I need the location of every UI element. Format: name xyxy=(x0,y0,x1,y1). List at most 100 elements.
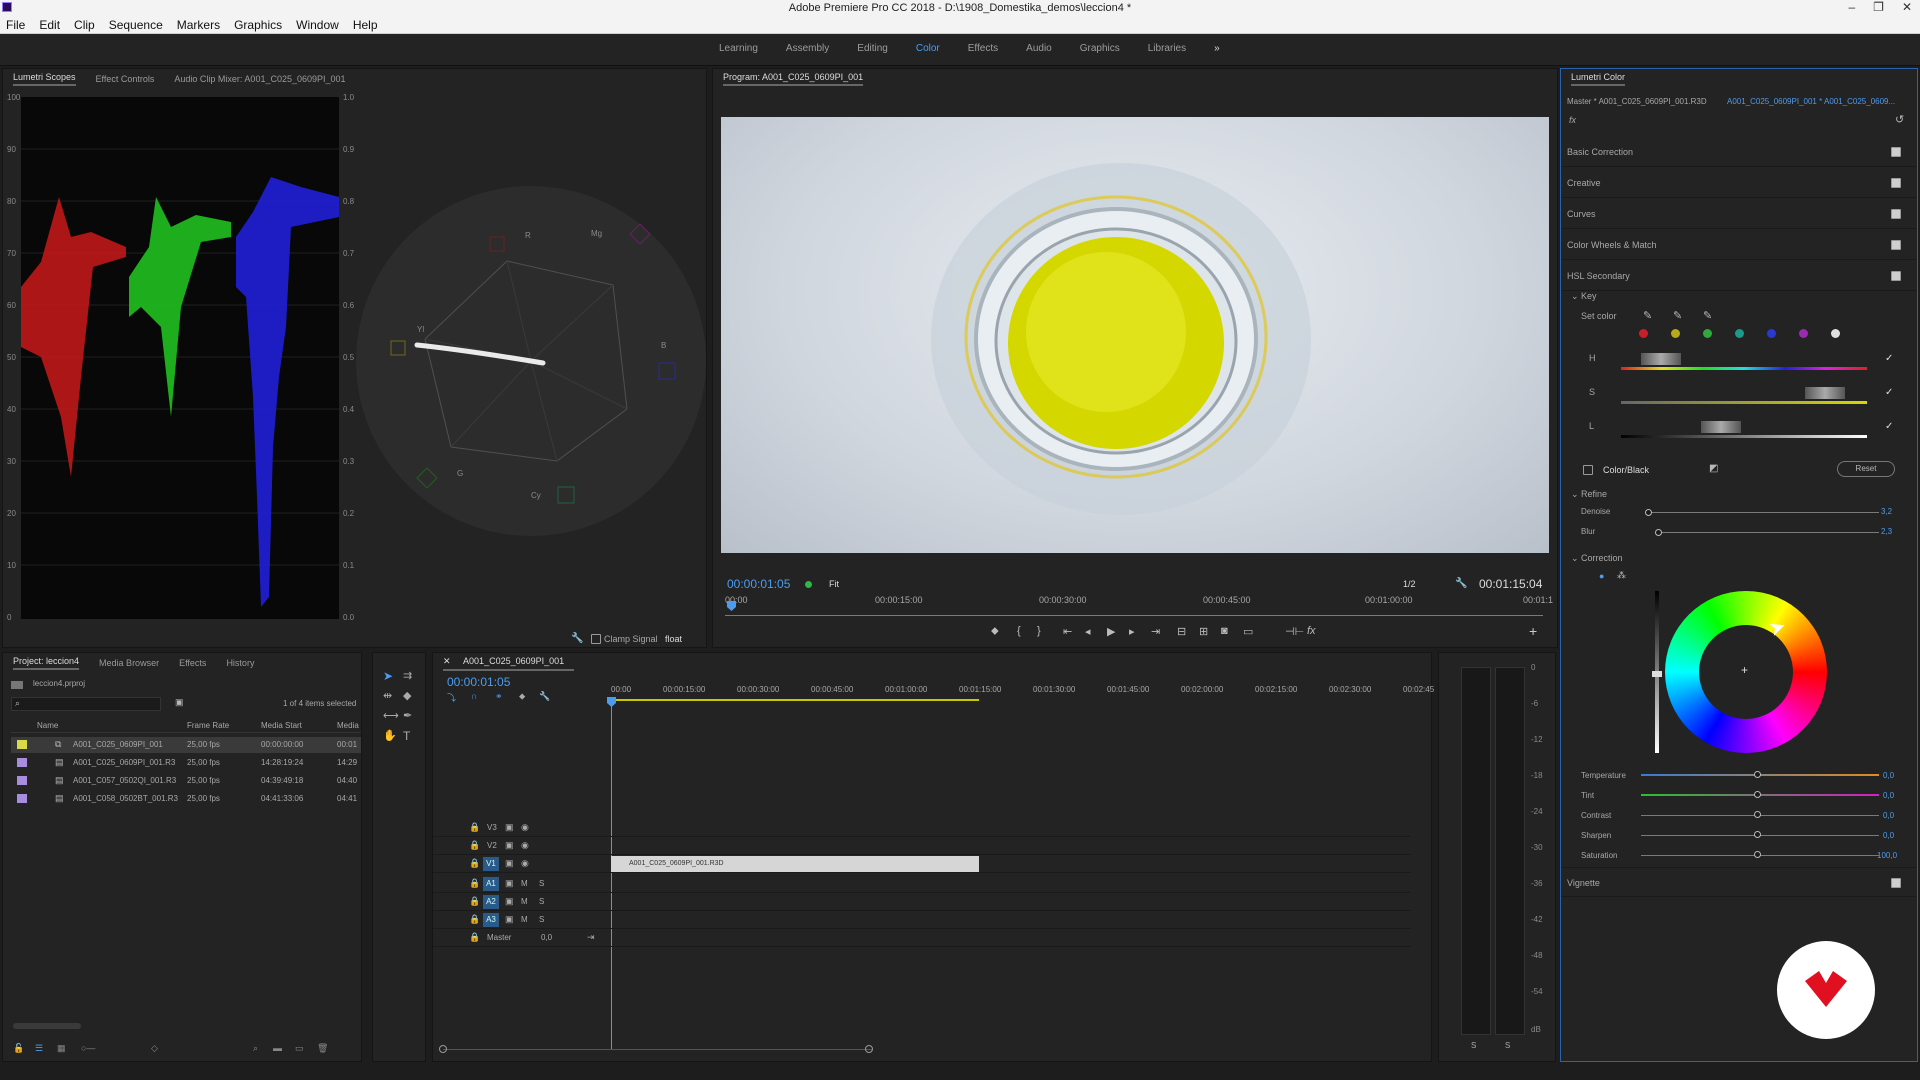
track-v3[interactable]: 🔒 V3 ▣ ◉ xyxy=(433,819,1411,837)
timeline-playhead-handle[interactable] xyxy=(607,697,616,707)
workspace-color[interactable]: Color xyxy=(902,43,954,54)
snap-icon[interactable]: ∩ xyxy=(471,691,477,701)
tab-effect-controls[interactable]: Effect Controls xyxy=(86,74,165,84)
swatch-blue[interactable] xyxy=(1767,329,1776,338)
track-select-tool-icon[interactable]: ⇉ xyxy=(403,669,412,682)
denoise-knob[interactable] xyxy=(1645,509,1652,516)
workspace-overflow-icon[interactable]: » xyxy=(1200,43,1234,54)
workspace-assembly[interactable]: Assembly xyxy=(772,43,843,54)
menu-window[interactable]: Window xyxy=(296,18,339,32)
workspace-libraries[interactable]: Libraries xyxy=(1134,43,1200,54)
lift-icon[interactable]: ⊟ xyxy=(1177,625,1186,638)
timeline-video-clip[interactable]: A001_C025_0609PI_001.R3D xyxy=(611,856,979,872)
timeline-ruler[interactable]: 00:00 00:00:15:00 00:00:30:00 00:00:45:0… xyxy=(611,683,1434,703)
track-a1[interactable]: 🔒 A1 ▣ M S xyxy=(433,875,1411,893)
sort-icons-icon[interactable]: ◇ xyxy=(151,1043,158,1054)
menu-sequence[interactable]: Sequence xyxy=(109,18,163,32)
button-editor-plus-icon[interactable]: + xyxy=(1529,623,1537,639)
correction-subsection[interactable]: ⌄ Correction xyxy=(1571,553,1623,564)
hue-range-handle[interactable] xyxy=(1641,353,1681,365)
swatch-red[interactable] xyxy=(1639,329,1648,338)
workspace-graphics[interactable]: Graphics xyxy=(1066,43,1134,54)
go-to-out-icon[interactable]: ⇥ xyxy=(1151,625,1160,638)
pen-tool-icon[interactable]: ✒ xyxy=(403,709,412,722)
lock-icon[interactable]: 🔓 xyxy=(13,1043,24,1054)
track-v2[interactable]: 🔒 V2 ▣ ◉ xyxy=(433,837,1411,855)
selection-tool-icon[interactable]: ➤ xyxy=(383,669,393,683)
section-hsl-secondary[interactable]: HSL Secondary xyxy=(1561,261,1917,291)
menu-clip[interactable]: Clip xyxy=(74,18,95,32)
mute-button[interactable]: M xyxy=(521,879,528,888)
tint-knob[interactable] xyxy=(1754,791,1761,798)
three-wheel-mode-icon[interactable]: ⁂ xyxy=(1617,570,1626,581)
timeline-settings-wrench-icon[interactable]: 🔧 xyxy=(539,691,550,702)
track-a3[interactable]: 🔒 A3 ▣ M S xyxy=(433,911,1411,929)
list-view-icon[interactable]: ☰ xyxy=(35,1043,43,1054)
reset-effect-icon[interactable]: ↺ xyxy=(1895,113,1904,126)
bit-depth-select[interactable]: float xyxy=(665,634,682,644)
clear-trash-icon[interactable]: 🗑 xyxy=(317,1043,328,1054)
tab-effects[interactable]: Effects xyxy=(169,658,216,668)
tint-value[interactable]: 0,0 xyxy=(1883,791,1894,800)
swatch-magenta[interactable] xyxy=(1799,329,1808,338)
table-row[interactable]: ⧉ A001_C025_0609PI_001 25,00 fps 00:00:0… xyxy=(11,737,361,753)
luma-slider-handle[interactable] xyxy=(1652,671,1662,677)
table-row[interactable]: ▤ A001_C057_0502QI_001.R3 25,00 fps 04:3… xyxy=(11,773,361,789)
sync-lock-icon[interactable]: ▣ xyxy=(505,840,514,851)
refine-subsection[interactable]: ⌄ Refine xyxy=(1571,489,1607,500)
sync-lock-icon[interactable]: ▣ xyxy=(505,858,514,869)
eyedropper-add-icon[interactable]: ✎ xyxy=(1673,309,1682,322)
denoise-value[interactable]: 3,2 xyxy=(1881,507,1892,516)
saturation-range-handle[interactable] xyxy=(1805,387,1845,399)
section-curves[interactable]: Curves xyxy=(1561,199,1917,229)
zoom-scroll-right-handle[interactable] xyxy=(865,1045,873,1053)
timeline-playhead[interactable] xyxy=(611,697,612,1049)
color-wheel-crosshair-icon[interactable]: + xyxy=(1741,663,1748,677)
eye-icon[interactable]: ◉ xyxy=(521,822,529,833)
zoom-fit-select[interactable]: Fit xyxy=(829,579,839,589)
nest-icon[interactable]: ⤵ xyxy=(447,691,456,704)
find-icon[interactable]: ⌕ xyxy=(253,1043,258,1054)
swatch-green[interactable] xyxy=(1703,329,1712,338)
tab-timeline-sequence[interactable]: ✕ A001_C025_0609PI_001 xyxy=(433,656,584,671)
tab-program-monitor[interactable]: Program: A001_C025_0609PI_001 xyxy=(713,72,873,86)
column-frame-rate[interactable]: Frame Rate xyxy=(187,721,229,730)
saturation-value[interactable]: 100,0 xyxy=(1877,851,1897,860)
minimize-button[interactable]: – xyxy=(1848,0,1855,14)
project-horizontal-scrollbar[interactable] xyxy=(13,1023,81,1029)
eye-icon[interactable]: ◉ xyxy=(521,858,529,869)
ripple-edit-tool-icon[interactable]: ⇹ xyxy=(383,689,392,702)
master-clip-selector[interactable]: Master * A001_C025_0609PI_001.R3D xyxy=(1567,97,1707,106)
tab-audio-clip-mixer[interactable]: Audio Clip Mixer: A001_C025_0609PI_001 xyxy=(164,74,355,84)
sharpen-value[interactable]: 0,0 xyxy=(1883,831,1894,840)
swatch-cyan[interactable] xyxy=(1735,329,1744,338)
comparison-view-icon[interactable]: ▭ xyxy=(1243,625,1253,638)
correction-color-wheel[interactable]: + xyxy=(1665,591,1827,753)
contrast-knob[interactable] xyxy=(1754,811,1761,818)
master-end-icon[interactable]: ⇥ xyxy=(587,932,595,943)
track-a2[interactable]: 🔒 A2 ▣ M S xyxy=(433,893,1411,911)
maximize-button[interactable]: ❐ xyxy=(1873,0,1884,14)
hue-enable-check-icon[interactable]: ✓ xyxy=(1885,353,1893,364)
hand-tool-icon[interactable]: ✋ xyxy=(383,729,397,742)
program-ruler[interactable]: 00:00 00:00:15:00 00:00:30:00 00:00:45:0… xyxy=(725,593,1553,613)
program-playhead[interactable] xyxy=(727,601,736,611)
eyedropper-remove-icon[interactable]: ✎ xyxy=(1703,309,1712,322)
workspace-effects[interactable]: Effects xyxy=(954,43,1012,54)
label-color-swatch[interactable] xyxy=(17,794,27,803)
menu-markers[interactable]: Markers xyxy=(177,18,220,32)
master-volume-value[interactable]: 0,0 xyxy=(541,933,552,942)
tab-history[interactable]: History xyxy=(216,658,264,668)
monitor-settings-wrench-icon[interactable]: 🔧 xyxy=(1455,578,1467,589)
linked-selection-icon[interactable]: ⚭ xyxy=(495,691,503,702)
sharpen-knob[interactable] xyxy=(1754,831,1761,838)
solo-button[interactable]: S xyxy=(539,897,544,906)
label-color-swatch[interactable] xyxy=(17,740,27,749)
reset-key-button[interactable]: Reset xyxy=(1837,461,1895,477)
saturation-enable-check-icon[interactable]: ✓ xyxy=(1885,387,1893,398)
export-frame-icon[interactable]: ◙ xyxy=(1221,625,1228,637)
wrench-icon[interactable]: 🔧 xyxy=(571,633,583,644)
tab-lumetri-color[interactable]: Lumetri Color xyxy=(1561,72,1635,86)
track-master[interactable]: 🔒 Master 0,0 ⇥ xyxy=(433,929,1411,947)
hue-range-slider[interactable] xyxy=(1621,367,1867,370)
